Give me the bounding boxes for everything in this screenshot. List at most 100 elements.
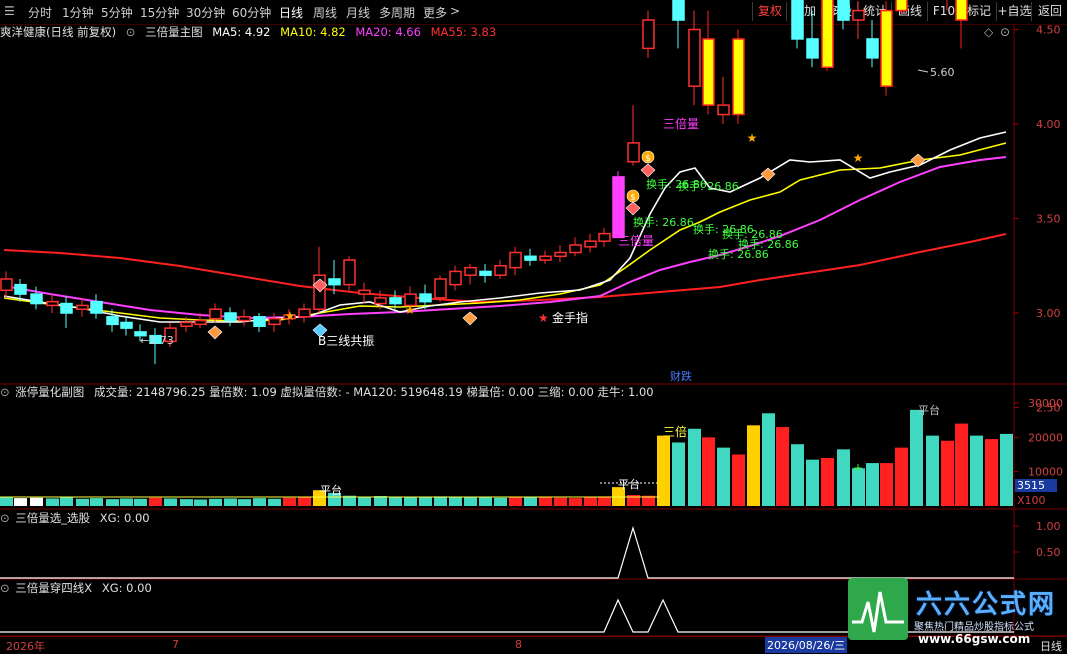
volume-bar: [569, 498, 582, 506]
candle-body: [672, 0, 685, 21]
volume-panel-title[interactable]: 涨停量化副图: [15, 385, 84, 399]
vol-platform-label-2: 平台: [618, 477, 640, 491]
candle-body: [343, 259, 356, 286]
volume-bar: [134, 498, 147, 506]
candle-body: [732, 38, 745, 116]
candle-body: [389, 297, 402, 305]
stock-title[interactable]: 爽洋健康(日线 前复权): [0, 25, 116, 39]
candle-body: [358, 289, 371, 295]
candle-body: [14, 283, 27, 295]
price-label-3: 4.00: [1036, 118, 1061, 131]
volume-bar: [732, 454, 745, 506]
vol-platform-label-1: 平台: [320, 483, 342, 497]
diamond-icon[interactable]: ◇: [984, 25, 993, 39]
candle-body: [479, 270, 492, 276]
volume-bar: [657, 435, 670, 506]
candle-body: [688, 28, 701, 87]
main-info-line: 爽洋健康(日线 前复权) ⊙ 三倍量主图 MA5: 4.92 MA10: 4.8…: [0, 24, 502, 40]
candle-body: [494, 265, 507, 276]
volume-bar: [837, 449, 850, 506]
star-icon-2: ★: [405, 303, 416, 317]
xg2-settings-icon[interactable]: ⊙: [0, 581, 10, 595]
volume-values: 成交量: 2148796.25 量倍数: 1.09 虚拟量倍数: - MA120…: [93, 385, 654, 399]
volume-bar: [434, 496, 447, 506]
volume-bar: [46, 498, 59, 506]
xg1-title[interactable]: 三倍量选_选股: [15, 511, 90, 525]
xg1-settings-icon[interactable]: ⊙: [0, 511, 10, 525]
candle-body: [268, 317, 281, 326]
candle-body: [253, 316, 266, 327]
candle-body: [328, 278, 341, 286]
indicator-settings-icon[interactable]: ⊙: [126, 25, 136, 39]
watermark-title: 六六公式网: [916, 590, 1057, 620]
candle-body: [821, 0, 834, 69]
candle-body: [539, 255, 552, 261]
candle-body: [30, 293, 43, 305]
xg2-title[interactable]: 三倍量穿四线X: [15, 581, 92, 595]
volume-bar: [821, 457, 834, 506]
volume-bar: [895, 447, 908, 506]
volume-settings-icon[interactable]: ⊙: [0, 385, 10, 399]
volume-bar: [358, 496, 371, 506]
vol-plus-marker: +: [853, 461, 863, 475]
volume-bar: [941, 440, 954, 506]
candle-body: [852, 9, 865, 21]
volume-bar: [106, 499, 119, 506]
ma20-line: [3, 156, 1007, 320]
volume-bar: [776, 427, 789, 506]
volume-bar: [149, 497, 162, 506]
site-watermark: 六六公式网 聚焦热门精品炒股指标公式 www.66gsw.com: [848, 578, 1064, 648]
high-price-pointer: [917, 69, 929, 73]
star-icon-3: ★: [747, 131, 758, 145]
expand-icon[interactable]: ⊙: [1000, 25, 1010, 39]
low-price-label: ←2.73: [140, 334, 174, 347]
candle-body: [298, 308, 311, 318]
candle-body: [955, 0, 968, 21]
candle-body: [90, 300, 103, 314]
diamond-icon-7: [640, 163, 656, 178]
volume-bar: [598, 496, 611, 506]
volume-bar: [464, 497, 477, 506]
volume-bar: [479, 496, 492, 506]
price-label-5: 3.00: [1036, 307, 1061, 320]
diamond-icon-1: [207, 325, 223, 340]
watermark-sub: 聚焦热门精品炒股指标公式: [914, 622, 1034, 633]
volume-bar: [283, 497, 296, 506]
volume-bar: [926, 435, 939, 506]
coin-icon-1-glyph: $: [645, 154, 651, 164]
candle-body: [642, 19, 655, 50]
diamond-icon-6: [910, 153, 926, 168]
turnover-label-6: 换手: 26.86: [708, 247, 769, 261]
candle-body: [106, 316, 119, 326]
candle-body: [702, 38, 715, 106]
kline-chart[interactable]: 5.505.004.504.003.503.002.505.60←2.73金手指…: [0, 0, 1067, 653]
volume-bar: [791, 444, 804, 506]
volume-bar: [224, 498, 237, 506]
volume-bar: [672, 442, 685, 506]
xg1-signal-line: [0, 525, 1014, 579]
volume-bar: [494, 497, 507, 506]
resonance-label: B三线共振: [318, 334, 374, 348]
candle-body: [584, 240, 597, 248]
vol-label-2: 10000: [1028, 466, 1063, 479]
ma5-value: MA5: 4.92: [212, 25, 271, 39]
xg1-value: XG: 0.00: [99, 511, 150, 525]
volume-bar: [404, 496, 417, 506]
ma10-value: MA10: 4.82: [280, 25, 346, 39]
volume-bar: [880, 463, 893, 506]
candle-body: [598, 232, 611, 242]
gold-finger-icon: ★: [538, 311, 549, 325]
volume-bar: [164, 498, 177, 506]
candle-body: [806, 38, 819, 59]
volume-bar: [30, 497, 43, 506]
volume-bar: [449, 497, 462, 506]
volume-bar: [0, 497, 13, 506]
volume-bar: [985, 439, 998, 506]
candle-body: [895, 0, 908, 12]
indicator-name[interactable]: 三倍量主图: [145, 25, 203, 39]
diamond-icon-4: [462, 311, 478, 326]
volume-info-line: ⊙ 涨停量化副图 成交量: 2148796.25 量倍数: 1.09 虚拟量倍数…: [0, 384, 660, 400]
volume-bar: [268, 498, 281, 506]
volume-bar: [389, 497, 402, 506]
candle-body: [866, 38, 879, 59]
